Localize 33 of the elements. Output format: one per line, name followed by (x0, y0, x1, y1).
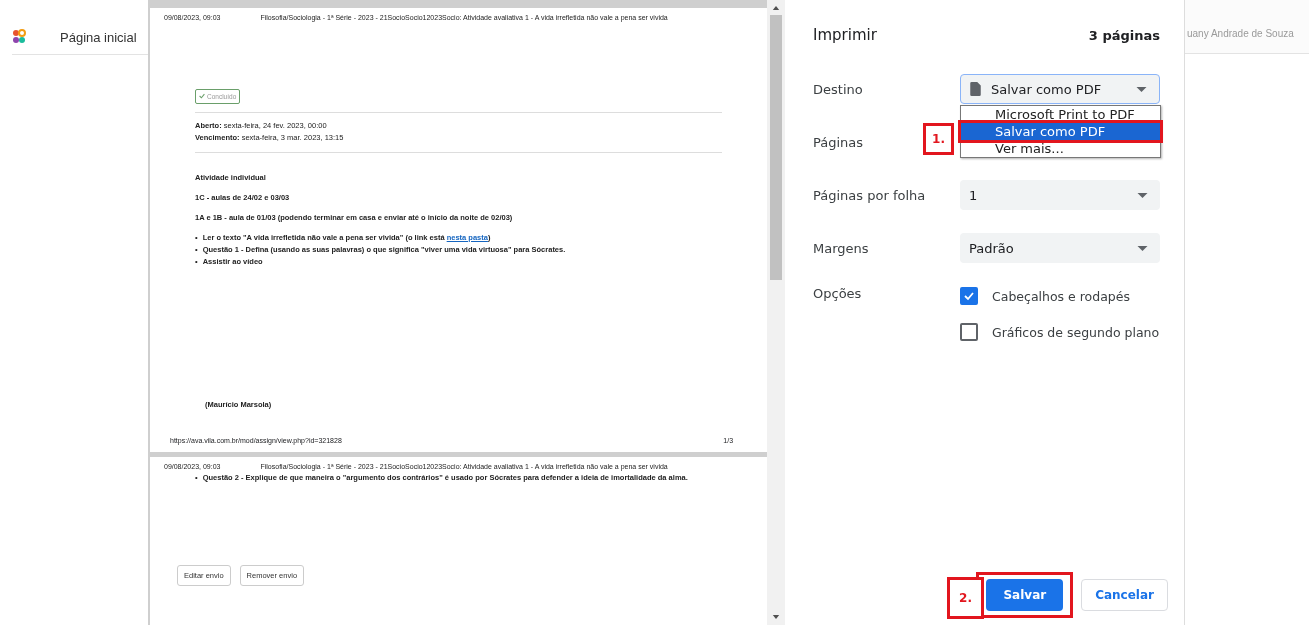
cancel-button[interactable]: Cancelar (1081, 579, 1168, 611)
checkbox[interactable] (960, 287, 978, 305)
setting-label: Páginas por folha (813, 187, 926, 203)
user-name: uany Andrade de Souza (1187, 28, 1294, 39)
setting-label: Margens (813, 240, 869, 256)
checkbox[interactable] (960, 323, 978, 341)
dropdown-option[interactable]: Microsoft Print to PDF (961, 106, 1160, 123)
dropdown-option[interactable]: Ver mais... (961, 140, 1160, 157)
document-icon (970, 82, 981, 96)
caret-icon (1137, 192, 1148, 198)
save-button[interactable]: Salvar (986, 579, 1064, 611)
home-link[interactable]: Página inicial (60, 29, 137, 45)
page-count: 3 páginas (1088, 27, 1160, 43)
scrollbar[interactable] (767, 0, 785, 625)
check-icon (199, 93, 205, 99)
dropdown-option[interactable]: Salvar como PDF (961, 123, 1160, 140)
scroll-down-icon[interactable] (772, 614, 781, 621)
print-title: Imprimir (813, 26, 877, 44)
caret-icon (1137, 245, 1148, 251)
step-marker: 2. (947, 577, 984, 619)
setting-label: Opções (813, 286, 862, 301)
checkbox-label: Cabeçalhos e rodapés (992, 288, 1130, 304)
pages-per-sheet-select[interactable]: 1 (960, 180, 1160, 210)
destination-select[interactable]: Salvar como PDF (960, 74, 1160, 104)
checkmark-icon (963, 290, 975, 302)
setting-label: Páginas (813, 134, 864, 150)
caret-icon (1136, 86, 1147, 92)
scroll-up-icon[interactable] (772, 4, 781, 11)
step-marker: 1. (923, 123, 954, 155)
margins-select[interactable]: Padrão (960, 233, 1160, 263)
setting-label: Destino (813, 81, 863, 97)
checkbox-label: Gráficos de segundo plano (992, 324, 1160, 340)
logo-icon (12, 29, 26, 45)
